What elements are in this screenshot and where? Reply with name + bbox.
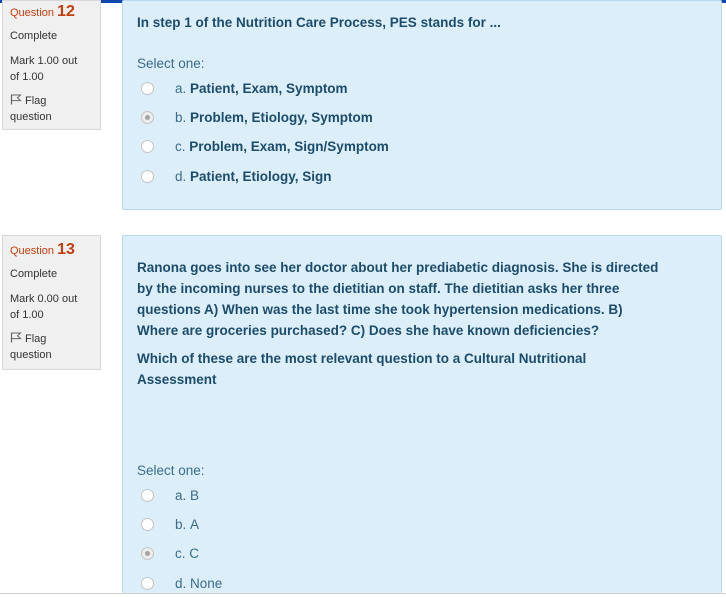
question-state: Complete xyxy=(10,268,58,280)
answer-letter: d. xyxy=(175,575,191,591)
flag-question-link[interactable]: Flag question xyxy=(10,93,93,125)
answer-text: Problem, Exam, Sign/Symptom xyxy=(189,138,389,154)
question-number-prefix: Question xyxy=(10,245,55,257)
answer-letter: b. xyxy=(175,516,191,532)
answer-option[interactable]: c. Problem, Exam, Sign/Symptom xyxy=(141,135,389,157)
answer-option[interactable]: b. Problem, Etiology, Symptom xyxy=(141,106,373,128)
select-one-prompt: Select one: xyxy=(137,56,205,71)
grade-line-1: Mark 0.00 out xyxy=(10,293,78,305)
radio-button[interactable] xyxy=(141,139,154,153)
answer-text: A xyxy=(190,516,200,532)
question-info-panel: Question 13 Complete Mark 0.00 out of 1.… xyxy=(2,235,101,370)
select-one-prompt: Select one: xyxy=(137,463,205,478)
answer-letter: a. xyxy=(175,80,191,96)
flag-question-link[interactable]: Flag question xyxy=(10,331,93,363)
question-number-value: 13 xyxy=(57,241,75,258)
answer-option[interactable]: d. None xyxy=(141,572,222,594)
question-state: Complete xyxy=(10,30,58,42)
question-number-value: 12 xyxy=(57,3,75,20)
answer-option[interactable]: d. Patient, Etiology, Sign xyxy=(141,165,332,187)
question-text: In step 1 of the Nutrition Care Process,… xyxy=(137,12,501,33)
question-grade: Mark 1.00 out of 1.00 xyxy=(10,53,93,85)
radio-button[interactable] xyxy=(141,169,154,183)
answer-text: Patient, Etiology, Sign xyxy=(190,168,332,184)
answer-letter: a. xyxy=(175,487,191,503)
answer-text: C xyxy=(189,545,200,561)
flag-label: Flag xyxy=(25,95,47,107)
answer-option[interactable]: a. Patient, Exam, Symptom xyxy=(141,77,348,99)
answer-letter: d. xyxy=(175,168,191,184)
radio-button[interactable] xyxy=(141,81,154,95)
radio-button[interactable] xyxy=(141,488,154,502)
question-text-line: Assessment xyxy=(137,372,217,387)
page-divider xyxy=(0,593,726,594)
answer-letter: b. xyxy=(175,109,191,125)
question-number: Question 13 xyxy=(10,241,93,258)
question-info-panel: Question 12 Complete Mark 1.00 out of 1.… xyxy=(2,0,101,130)
question-content: Ranona goes into see her doctor about he… xyxy=(122,235,722,593)
answer-option[interactable]: a. B xyxy=(141,484,199,506)
question-text-line: In step 1 of the Nutrition Care Process,… xyxy=(137,15,501,30)
question-number-prefix: Question xyxy=(10,7,55,19)
flag-label-line-2: question xyxy=(10,349,52,361)
question-grade: Mark 0.00 out of 1.00 xyxy=(10,291,93,323)
question-text-line: Where are groceries purchased? C) Does s… xyxy=(137,323,600,338)
question-text-line: by the incoming nurses to the dietitian … xyxy=(137,281,620,296)
answer-text: None xyxy=(190,575,223,591)
answer-text: B xyxy=(190,487,200,503)
question-content: In step 1 of the Nutrition Care Process,… xyxy=(122,0,722,210)
answer-text: Problem, Etiology, Symptom xyxy=(190,109,373,125)
flag-label-line-2: question xyxy=(10,111,52,123)
question-text-line: Ranona goes into see her doctor about he… xyxy=(137,260,659,275)
question-text-line: Which of these are the most relevant que… xyxy=(137,351,587,366)
radio-button[interactable] xyxy=(141,576,154,590)
radio-button[interactable] xyxy=(141,517,154,531)
flag-icon xyxy=(10,332,22,343)
grade-line-1: Mark 1.00 out xyxy=(10,55,78,67)
answer-option[interactable]: c. C xyxy=(141,542,199,564)
answer-letter: c. xyxy=(175,138,190,154)
question-text: Ranona goes into see her doctor about he… xyxy=(137,257,658,390)
flag-label: Flag xyxy=(25,333,47,345)
grade-line-2: of 1.00 xyxy=(10,71,44,83)
flag-icon xyxy=(10,94,22,105)
answer-text: Patient, Exam, Symptom xyxy=(190,80,348,96)
answer-letter: c. xyxy=(175,545,190,561)
radio-button-selected[interactable] xyxy=(141,110,154,124)
radio-button-selected[interactable] xyxy=(141,546,154,560)
answer-option[interactable]: b. A xyxy=(141,513,199,535)
question-number: Question 12 xyxy=(10,3,93,20)
question-text-line: questions A) When was the last time she … xyxy=(137,302,623,317)
grade-line-2: of 1.00 xyxy=(10,309,44,321)
